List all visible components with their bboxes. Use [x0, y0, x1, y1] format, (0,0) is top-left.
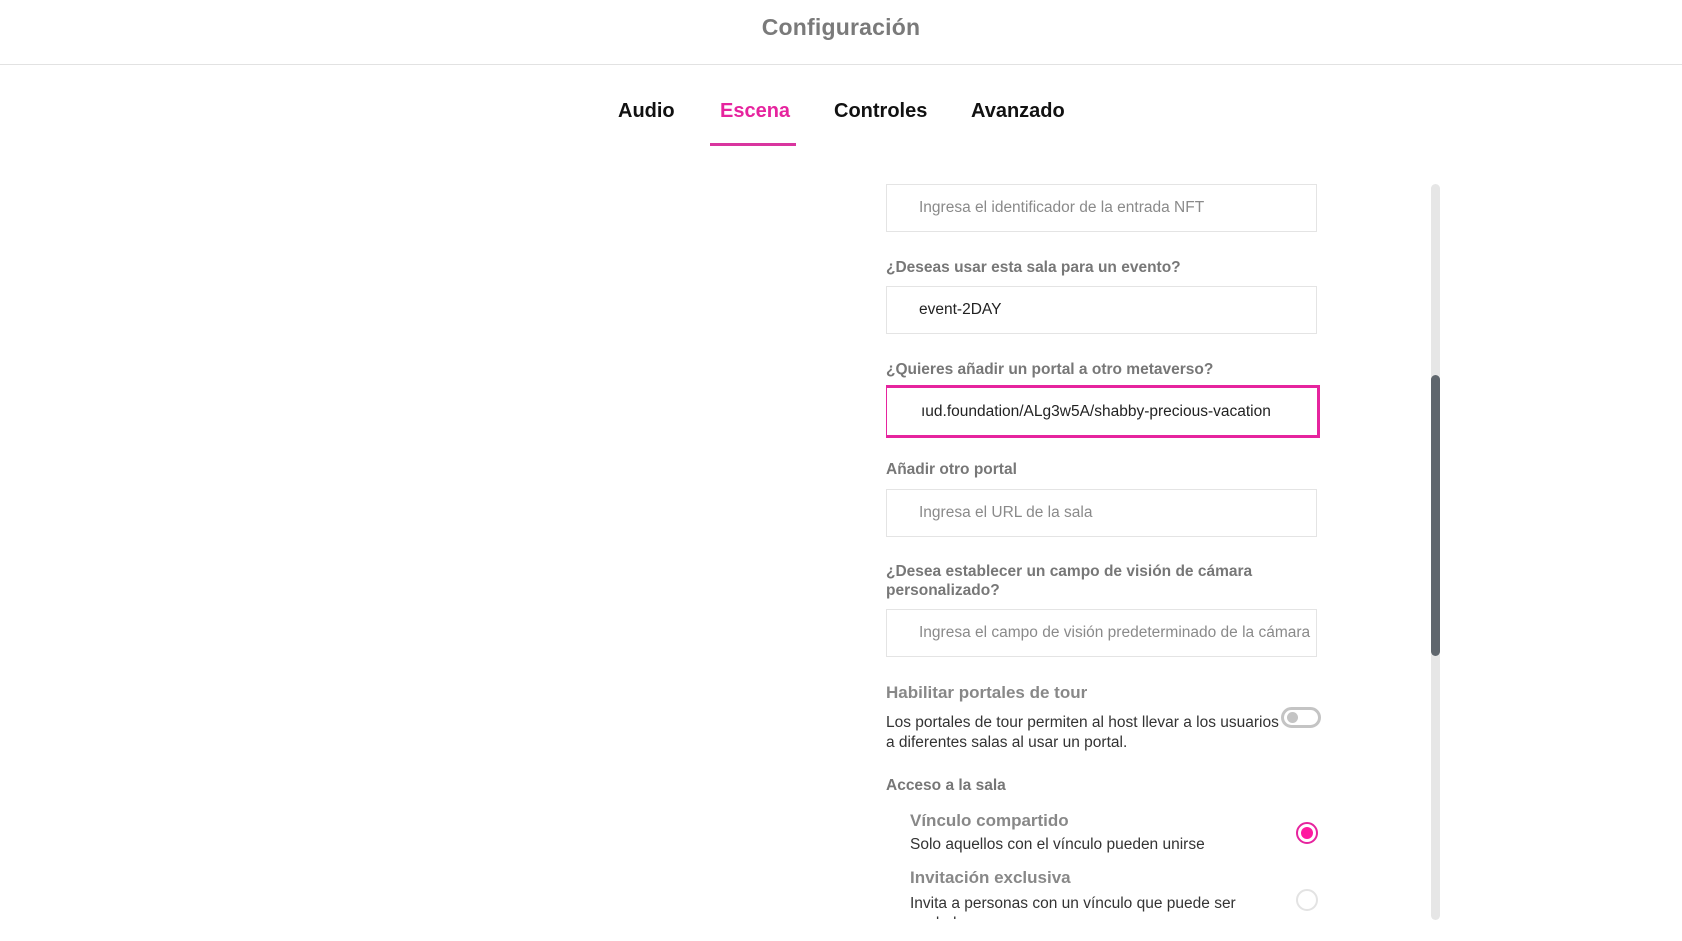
header-bar: Configuración [0, 0, 1682, 65]
tab-audio[interactable]: Audio [618, 100, 675, 123]
tour-portals-toggle[interactable] [1281, 707, 1321, 728]
another-portal-input[interactable] [886, 489, 1317, 537]
page-title: Configuración [761, 14, 921, 40]
fov-label: ¿Desea establecer un campo de visión de … [886, 563, 1253, 599]
active-tab-indicator [710, 143, 796, 146]
shared-link-description: Solo aquellos con el vínculo pueden unir… [910, 836, 1205, 853]
scene-settings-panel: ¿Deseas usar esta sala para un evento? ¿… [886, 140, 1326, 919]
exclusive-invite-radio[interactable] [1296, 889, 1318, 911]
tab-escena[interactable]: Escena [720, 100, 790, 123]
nft-entry-id-input[interactable] [886, 184, 1317, 232]
tab-avanzado[interactable]: Avanzado [971, 100, 1065, 123]
shared-link-radio[interactable] [1296, 822, 1318, 844]
portal-label: ¿Quieres añadir un portal a otro metaver… [886, 361, 1214, 378]
room-access-label: Acceso a la sala [886, 777, 1006, 794]
tour-portals-title: Habilitar portales de tour [886, 683, 1088, 702]
tab-controles[interactable]: Controles [834, 100, 927, 123]
toggle-knob [1287, 712, 1298, 723]
event-label: ¿Deseas usar esta sala para un evento? [886, 259, 1181, 276]
another-portal-label: Añadir otro portal [886, 461, 1017, 478]
tour-portals-description: Los portales de tour permiten al host ll… [886, 714, 1279, 751]
radio-selected-dot [1301, 827, 1313, 839]
portal-url-input[interactable] [886, 385, 1320, 438]
scrollbar-thumb[interactable] [1431, 375, 1440, 656]
exclusive-invite-title: Invitación exclusiva [910, 868, 1071, 887]
shared-link-title: Vínculo compartido [910, 811, 1069, 830]
fov-input[interactable] [886, 609, 1317, 657]
settings-tabs: Audio Escena Controles Avanzado [0, 100, 1682, 150]
exclusive-invite-description: Invita a personas con un vínculo que pue… [910, 895, 1236, 919]
event-input[interactable] [886, 286, 1317, 334]
